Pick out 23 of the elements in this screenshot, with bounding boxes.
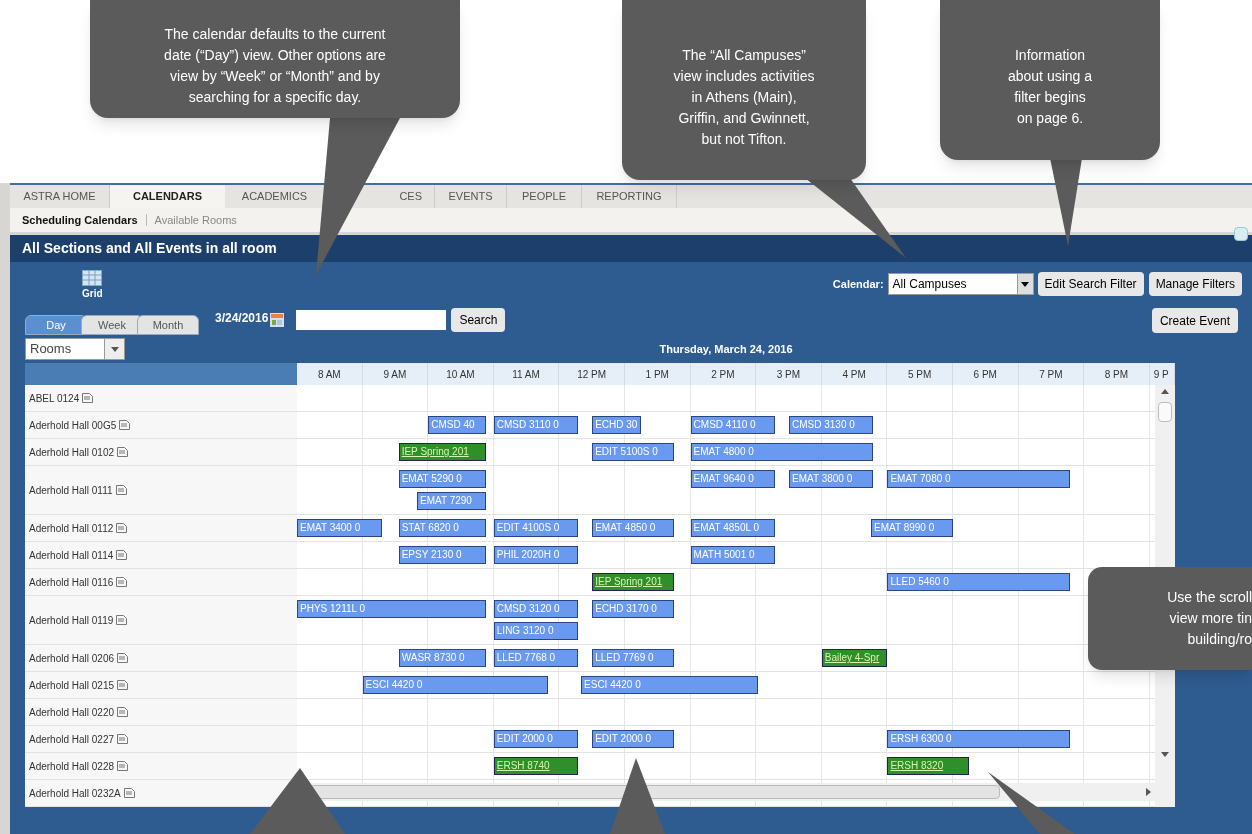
callout-text: Information about using a filter begins on page 6. xyxy=(1007,46,1093,128)
column-header: 10 AM xyxy=(428,363,494,385)
callout-text: The “All Campuses” view includes activities in Athens (Main), Griffin, and Gwinnett, but not Tifton. xyxy=(673,45,815,149)
column-header: 1 PM xyxy=(624,363,691,385)
column-header: 4 PM xyxy=(821,363,888,385)
day-heading: Thursday, March 24, 2016 xyxy=(659,341,793,357)
column-header: 3 PM xyxy=(756,363,822,385)
view-label: Grid xyxy=(82,287,103,301)
column-header: 11 AM xyxy=(493,363,560,385)
column-header: 8 PM xyxy=(1084,363,1150,385)
column-header: 9 AM xyxy=(362,363,429,385)
callout-text: Use the scroll view more tin building/ro xyxy=(1167,588,1252,649)
column-header: 7 PM xyxy=(1018,363,1085,385)
date-text: 3/24/2016 xyxy=(215,310,269,327)
column-header: 12 PM xyxy=(559,363,625,385)
column-header: 9 P xyxy=(1149,363,1175,385)
column-header: 6 PM xyxy=(952,363,1019,385)
column-header: 5 PM xyxy=(887,363,953,385)
calendar-label: Calendar: xyxy=(832,276,884,292)
column-header: 8 AM xyxy=(297,363,363,385)
page-title: All Sections and All Events in all room xyxy=(10,235,1252,262)
callout-text: The calendar defaults to the current date (“Day”) view. Other options are view by “Week” or “Month” and by searching for a specific day. xyxy=(164,25,386,107)
column-header: 2 PM xyxy=(690,363,757,385)
